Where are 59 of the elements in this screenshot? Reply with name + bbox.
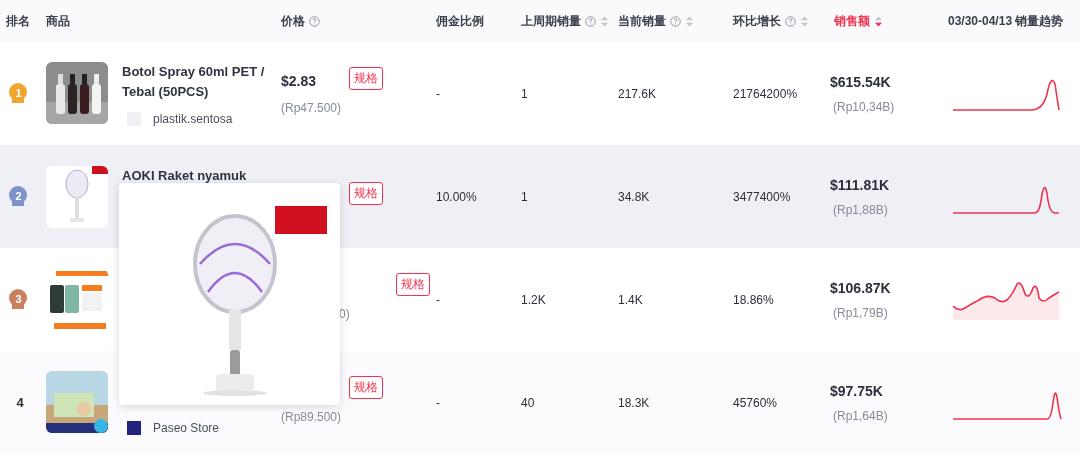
growth-rate: 45760% <box>733 395 778 410</box>
column-header: 销售额 <box>834 12 870 30</box>
sort-icon[interactable] <box>600 14 609 28</box>
product-title[interactable]: Botol Spray 60ml PET / Tebal (50PCS) <box>122 61 272 102</box>
table-row[interactable]: 1 Botol Spray 60ml PET / Tebal (50PCS) plastik.sentosa $2.83 (Rp47.500) 规格 - 1 217.6K 21764200% $615.54K (Rp10,34B) <box>0 42 1080 145</box>
previous-sales: 40 <box>521 395 535 410</box>
local-revenue: (Rp1,88B) <box>832 202 888 217</box>
column-header: 价格 <box>281 12 305 30</box>
growth-rate: 18.86% <box>733 292 774 307</box>
spec-button[interactable]: 规格 <box>396 272 430 296</box>
help-icon[interactable] <box>785 15 796 27</box>
spec-button[interactable]: 规格 <box>349 181 383 205</box>
current-sales: 18.3K <box>618 395 650 410</box>
current-sales: 34.8K <box>618 189 650 204</box>
previous-sales: 1 <box>521 86 528 101</box>
store-logo-icon <box>127 420 141 435</box>
column-header: 环比增长 <box>733 12 781 30</box>
column-header: 佣金比例 <box>436 12 484 30</box>
help-icon[interactable] <box>309 15 320 27</box>
help-icon[interactable] <box>585 15 596 27</box>
spec-button[interactable]: 规格 <box>349 375 383 399</box>
column-header: 排名 <box>6 12 30 30</box>
revenue: $97.75K <box>830 382 883 399</box>
growth-rate: 21764200% <box>733 86 798 101</box>
revenue: $615.54K <box>830 73 891 90</box>
help-icon[interactable] <box>670 15 681 27</box>
sort-icon[interactable] <box>874 14 883 28</box>
rank-number: 4 <box>16 395 24 410</box>
spec-button[interactable]: 规格 <box>349 66 383 90</box>
local-revenue: (Rp1,64B) <box>832 408 888 423</box>
column-header: 商品 <box>46 12 70 30</box>
local-revenue: (Rp1,79B) <box>832 305 888 320</box>
column-header: 当前销量 <box>618 12 666 30</box>
current-sales: 217.6K <box>618 86 657 101</box>
commission-rate: - <box>436 395 440 410</box>
revenue: $106.87K <box>830 279 891 296</box>
previous-sales: 1.2K <box>521 292 546 307</box>
current-sales: 1.4K <box>618 292 643 307</box>
store-name[interactable]: Paseo Store <box>153 420 220 435</box>
local-price: (Rp47.500) <box>281 100 341 115</box>
sort-icon[interactable] <box>685 14 694 28</box>
local-price: 0) <box>339 306 351 321</box>
store-name[interactable]: plastik.sentosa <box>153 111 233 126</box>
commission-rate: 10.00% <box>436 189 477 204</box>
product-title[interactable]: AOKI Raket nyamuk <box>122 165 272 186</box>
commission-rate: - <box>436 292 440 307</box>
commission-rate: - <box>436 86 440 101</box>
growth-rate: 3477400% <box>733 189 791 204</box>
revenue: $111.81K <box>830 176 890 193</box>
local-price: (Rp89.500) <box>281 409 341 424</box>
column-header: 03/30-04/13 销量趋势 <box>948 12 1064 30</box>
sort-icon[interactable] <box>800 14 809 28</box>
price: $2.83 <box>281 72 317 89</box>
rank-number: 1 <box>15 86 22 99</box>
column-header: 上周期销量 <box>521 12 581 30</box>
rank-number: 3 <box>15 292 22 305</box>
previous-sales: 1 <box>521 189 528 204</box>
rank-number: 2 <box>15 189 22 202</box>
local-revenue: (Rp10,34B) <box>832 99 895 114</box>
